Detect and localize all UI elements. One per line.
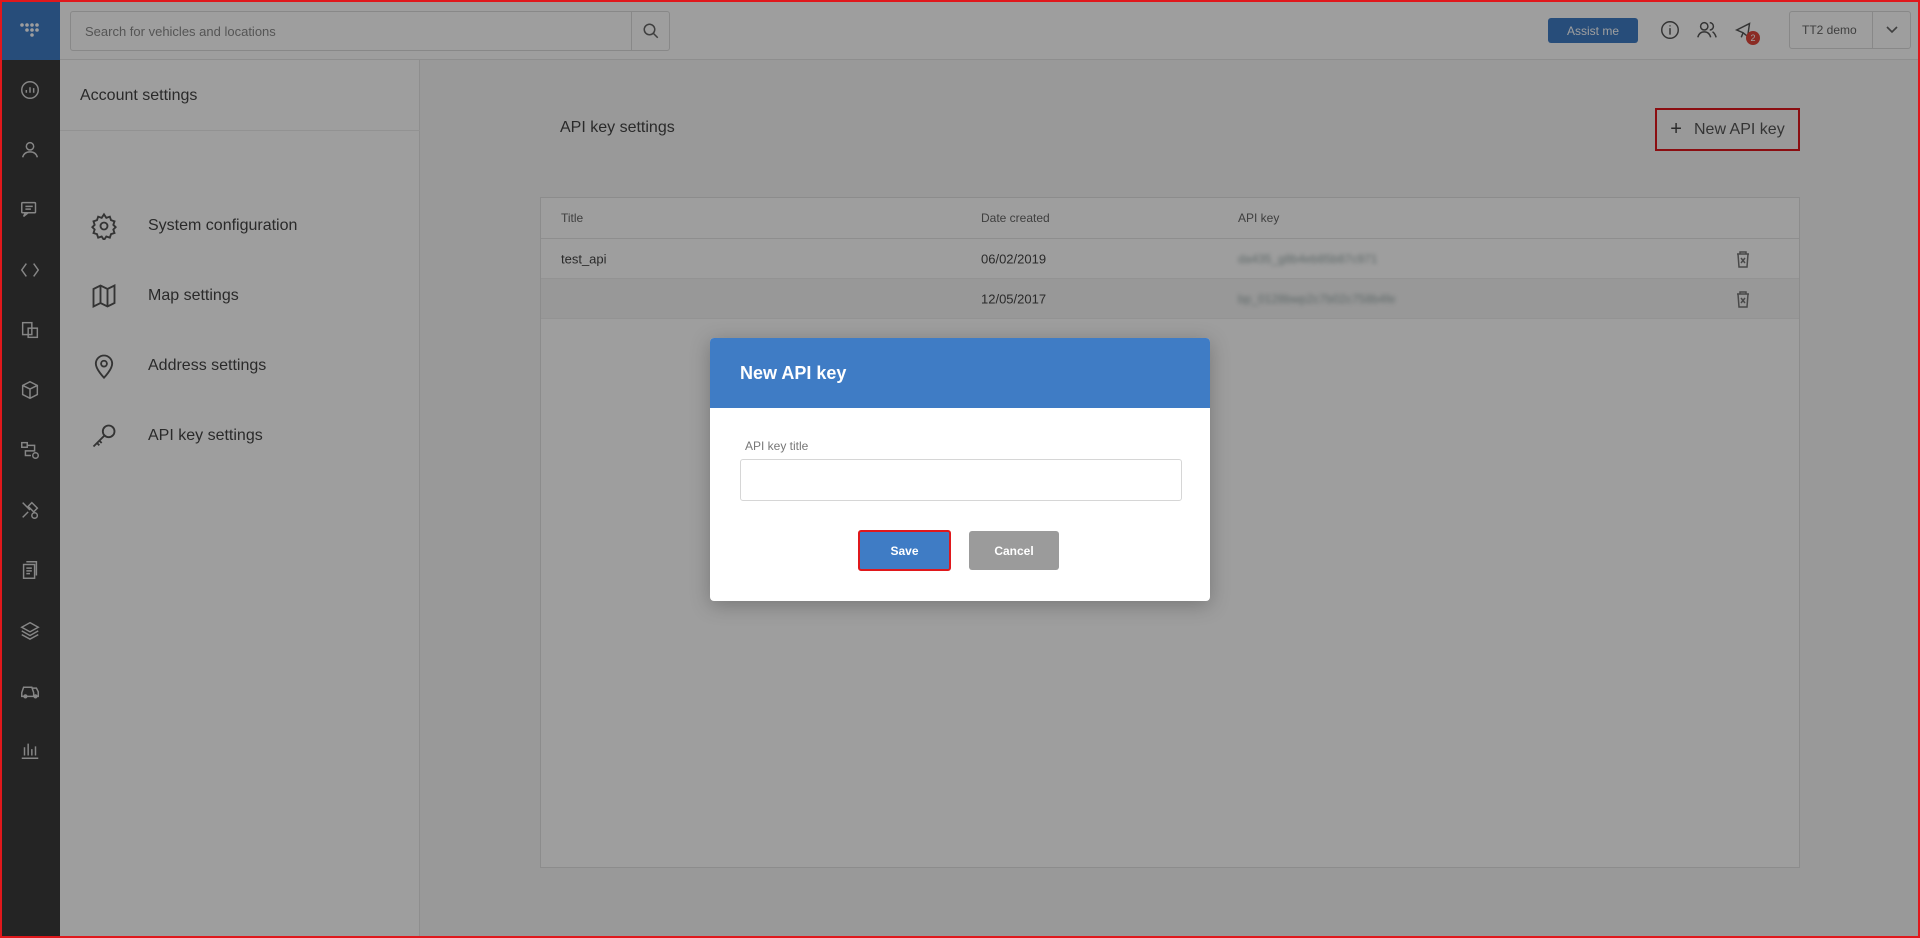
save-button[interactable]: Save — [858, 530, 951, 571]
api-key-title-input[interactable] — [740, 459, 1182, 501]
cancel-button[interactable]: Cancel — [969, 531, 1059, 570]
new-api-key-dialog: New API key API key title Save Cancel — [710, 338, 1210, 601]
dialog-title: New API key — [710, 338, 1210, 408]
api-key-title-label: API key title — [745, 439, 809, 453]
